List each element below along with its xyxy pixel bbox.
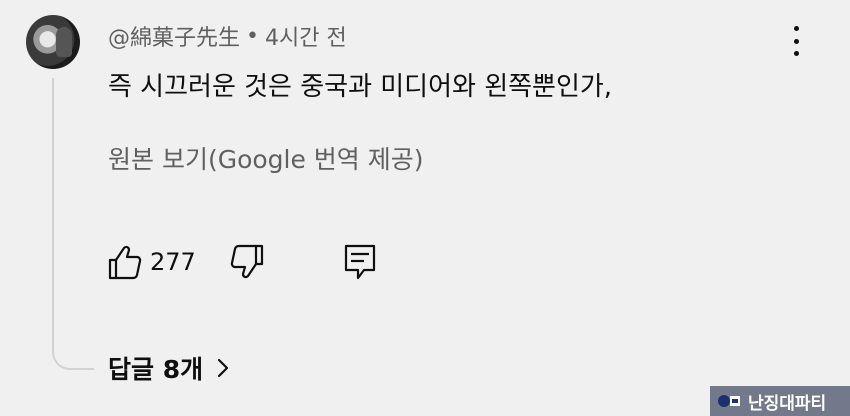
site-watermark: 난징대파티 [710,386,850,416]
author-name[interactable]: @綿菓子先生 [108,20,240,52]
user-avatar[interactable] [26,15,80,69]
avatar-figure [56,27,72,57]
comment-timestamp: 4시간 전 [265,26,347,51]
thumbs-down-icon[interactable] [230,242,266,282]
view-replies-button[interactable]: 답글 8개 [108,350,231,386]
kebab-menu-icon[interactable] [786,26,806,56]
like-count: 277 [150,248,196,276]
comment-text: 즉 시끄러운 것은 중국과 미디어와 왼쪽뿐인가, [108,72,613,102]
chevron-right-icon [218,358,229,378]
reply-thread-line [52,78,94,370]
see-original-link[interactable]: 원본 보기(Google 번역 제공) [108,140,424,176]
watermark-text: 난징대파티 [748,393,827,414]
comment-header: @綿菓子先生 • 4시간 전 [108,20,347,52]
header-separator: • [246,23,259,49]
replies-label: 답글 8개 [108,355,204,384]
watermark-logo-icon [718,395,740,407]
reply-comment-icon[interactable] [342,242,378,282]
thumbs-up-icon[interactable] [106,242,142,282]
